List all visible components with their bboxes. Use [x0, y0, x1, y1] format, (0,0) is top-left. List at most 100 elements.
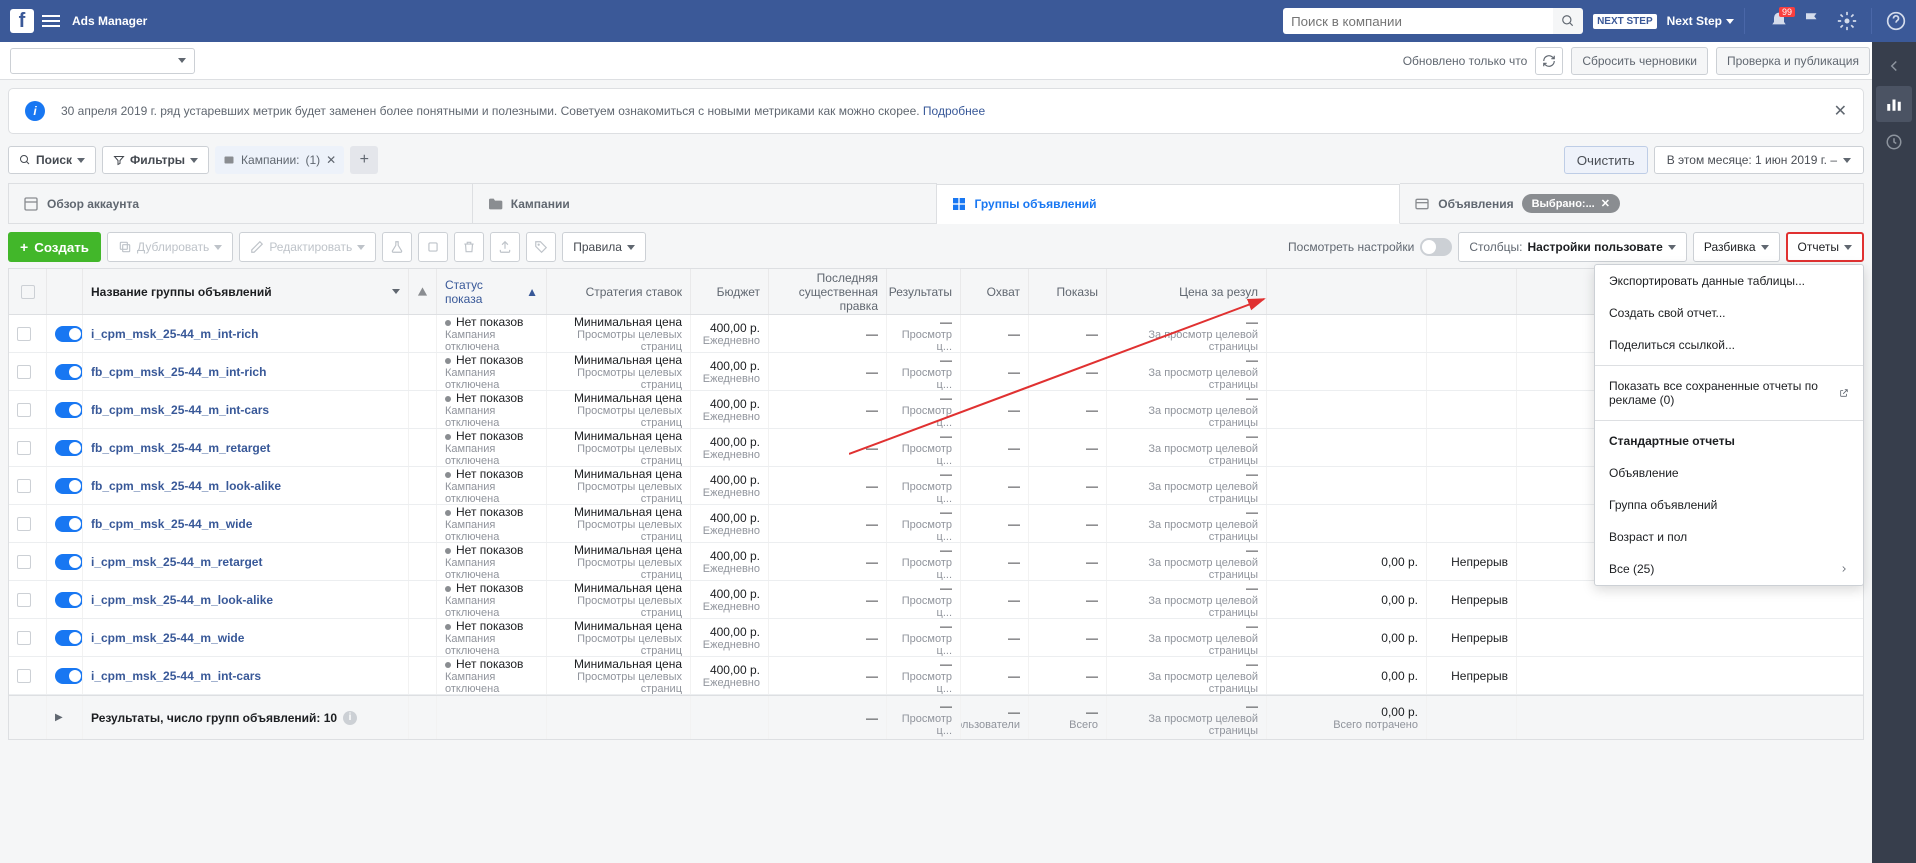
- ab-test-button[interactable]: [382, 232, 412, 262]
- trash-button[interactable]: [454, 232, 484, 262]
- account-logo-chip[interactable]: NEXT STEP: [1593, 14, 1657, 29]
- tab-ads[interactable]: Объявления Выбрано:... ✕: [1400, 183, 1864, 223]
- account-name[interactable]: Next Step: [1667, 14, 1722, 28]
- filters-dropdown[interactable]: Фильтры: [102, 146, 209, 174]
- row-checkbox[interactable]: [17, 517, 31, 531]
- badge-close-icon[interactable]: ✕: [1601, 197, 1610, 210]
- col-header-strategy[interactable]: Стратегия ставок: [547, 269, 691, 314]
- reports-std-adset[interactable]: Группа объявлений: [1595, 489, 1863, 521]
- create-button[interactable]: +Создать: [8, 232, 101, 262]
- row-toggle[interactable]: [55, 364, 83, 380]
- reports-saved-item[interactable]: Показать все сохраненные отчеты по рекла…: [1595, 370, 1863, 416]
- reports-std-age-gender[interactable]: Возраст и пол: [1595, 521, 1863, 553]
- row-checkbox[interactable]: [17, 365, 31, 379]
- edit-button[interactable]: Редактировать: [239, 232, 376, 262]
- rail-collapse-icon[interactable]: [1876, 48, 1912, 84]
- col-header-name[interactable]: Название группы объявлений: [83, 269, 409, 314]
- row-toggle[interactable]: [55, 668, 83, 684]
- rail-charts-icon[interactable]: [1876, 86, 1912, 122]
- clear-filters-button[interactable]: Очистить: [1564, 146, 1648, 174]
- adset-name-link[interactable]: i_cpm_msk_25-44_m_retarget: [91, 555, 400, 569]
- row-toggle[interactable]: [55, 478, 83, 494]
- notifications-icon[interactable]: 99: [1769, 11, 1789, 31]
- reports-create-item[interactable]: Создать свой отчет...: [1595, 297, 1863, 329]
- col-header-last-edit[interactable]: Последняя существенная правка: [769, 269, 887, 314]
- company-search-input[interactable]: [1283, 8, 1553, 34]
- alert-close-icon[interactable]: ✕: [1834, 101, 1847, 121]
- table-row[interactable]: fb_cpm_msk_25-44_m_wideНет показовКампан…: [9, 505, 1863, 543]
- alert-link[interactable]: Подробнее: [923, 104, 985, 118]
- adset-name-link[interactable]: fb_cpm_msk_25-44_m_int-cars: [91, 403, 400, 417]
- col-header-end[interactable]: [1427, 269, 1517, 314]
- table-row[interactable]: i_cpm_msk_25-44_m_wideНет показовКампани…: [9, 619, 1863, 657]
- adset-name-link[interactable]: i_cpm_msk_25-44_m_wide: [91, 631, 400, 645]
- breakdown-dropdown[interactable]: Разбивка: [1693, 232, 1780, 262]
- row-checkbox[interactable]: [17, 555, 31, 569]
- reports-share-item[interactable]: Поделиться ссылкой...: [1595, 329, 1863, 361]
- adset-name-link[interactable]: fb_cpm_msk_25-44_m_wide: [91, 517, 400, 531]
- col-header-warning[interactable]: [409, 269, 437, 314]
- selected-badge[interactable]: Выбрано:... ✕: [1522, 194, 1620, 213]
- col-header-spend[interactable]: [1267, 269, 1427, 314]
- row-checkbox[interactable]: [17, 631, 31, 645]
- reports-export-item[interactable]: Экспортировать данные таблицы...: [1595, 265, 1863, 297]
- row-checkbox[interactable]: [17, 593, 31, 607]
- row-toggle[interactable]: [55, 402, 83, 418]
- help-icon[interactable]: [1886, 11, 1906, 31]
- export-icon-button[interactable]: [490, 232, 520, 262]
- reports-std-ad[interactable]: Объявление: [1595, 457, 1863, 489]
- date-range-picker[interactable]: В этом месяце: 1 июн 2019 г. –: [1654, 146, 1864, 174]
- more-copy-button[interactable]: [418, 232, 448, 262]
- row-toggle[interactable]: [55, 440, 83, 456]
- table-row[interactable]: i_cpm_msk_25-44_m_look-alikeНет показовК…: [9, 581, 1863, 619]
- add-filter-button[interactable]: +: [350, 146, 378, 174]
- row-checkbox[interactable]: [17, 479, 31, 493]
- tab-adsets[interactable]: Группы объявлений: [937, 184, 1401, 224]
- adset-name-link[interactable]: fb_cpm_msk_25-44_m_int-rich: [91, 365, 400, 379]
- tab-campaigns[interactable]: Кампании: [473, 183, 937, 223]
- reports-dropdown[interactable]: Отчеты: [1786, 232, 1864, 262]
- account-caret-icon[interactable]: [1726, 19, 1734, 24]
- hamburger-icon[interactable]: [42, 12, 60, 30]
- tab-account-overview[interactable]: Обзор аккаунта: [8, 183, 473, 223]
- adset-name-link[interactable]: fb_cpm_msk_25-44_m_retarget: [91, 441, 400, 455]
- chip-close-icon[interactable]: ✕: [326, 153, 336, 167]
- rail-history-icon[interactable]: [1876, 124, 1912, 160]
- account-dropdown[interactable]: [10, 48, 195, 74]
- search-button[interactable]: [1553, 8, 1583, 34]
- gear-icon[interactable]: [1837, 11, 1857, 31]
- col-header-impressions[interactable]: Показы: [1029, 269, 1107, 314]
- row-toggle[interactable]: [55, 554, 83, 570]
- col-header-cost[interactable]: Цена за резул: [1107, 269, 1267, 314]
- select-all-checkbox[interactable]: [21, 285, 35, 299]
- table-row[interactable]: i_cpm_msk_25-44_m_int-carsНет показовКам…: [9, 657, 1863, 695]
- row-checkbox[interactable]: [17, 403, 31, 417]
- search-dropdown[interactable]: Поиск: [8, 146, 96, 174]
- rules-dropdown[interactable]: Правила: [562, 232, 646, 262]
- row-checkbox[interactable]: [17, 327, 31, 341]
- col-header-budget[interactable]: Бюджет: [691, 269, 769, 314]
- adset-name-link[interactable]: i_cpm_msk_25-44_m_int-cars: [91, 669, 400, 683]
- adset-name-link[interactable]: fb_cpm_msk_25-44_m_look-alike: [91, 479, 400, 493]
- table-row[interactable]: fb_cpm_msk_25-44_m_look-alikeНет показов…: [9, 467, 1863, 505]
- row-checkbox[interactable]: [17, 441, 31, 455]
- table-row[interactable]: i_cpm_msk_25-44_m_int-richНет показовКам…: [9, 315, 1863, 353]
- row-toggle[interactable]: [55, 516, 83, 532]
- adset-name-link[interactable]: i_cpm_msk_25-44_m_int-rich: [91, 327, 400, 341]
- adset-name-link[interactable]: i_cpm_msk_25-44_m_look-alike: [91, 593, 400, 607]
- row-toggle[interactable]: [55, 326, 83, 342]
- duplicate-button[interactable]: Дублировать: [107, 232, 233, 262]
- reports-std-all[interactable]: Все (25): [1595, 553, 1863, 585]
- expand-caret-icon[interactable]: ▶: [55, 712, 74, 723]
- col-header-status[interactable]: Статус показа▲: [437, 269, 547, 314]
- col-header-results[interactable]: Результаты: [887, 269, 961, 314]
- flag-icon[interactable]: [1803, 11, 1823, 31]
- col-header-reach[interactable]: Охват: [961, 269, 1029, 314]
- table-row[interactable]: fb_cpm_msk_25-44_m_int-carsНет показовКа…: [9, 391, 1863, 429]
- facebook-logo[interactable]: f: [10, 9, 34, 33]
- table-row[interactable]: fb_cpm_msk_25-44_m_retargetНет показовКа…: [9, 429, 1863, 467]
- review-publish-button[interactable]: Проверка и публикация: [1716, 47, 1870, 75]
- row-toggle[interactable]: [55, 630, 83, 646]
- row-checkbox[interactable]: [17, 669, 31, 683]
- view-settings-toggle[interactable]: [1420, 238, 1452, 256]
